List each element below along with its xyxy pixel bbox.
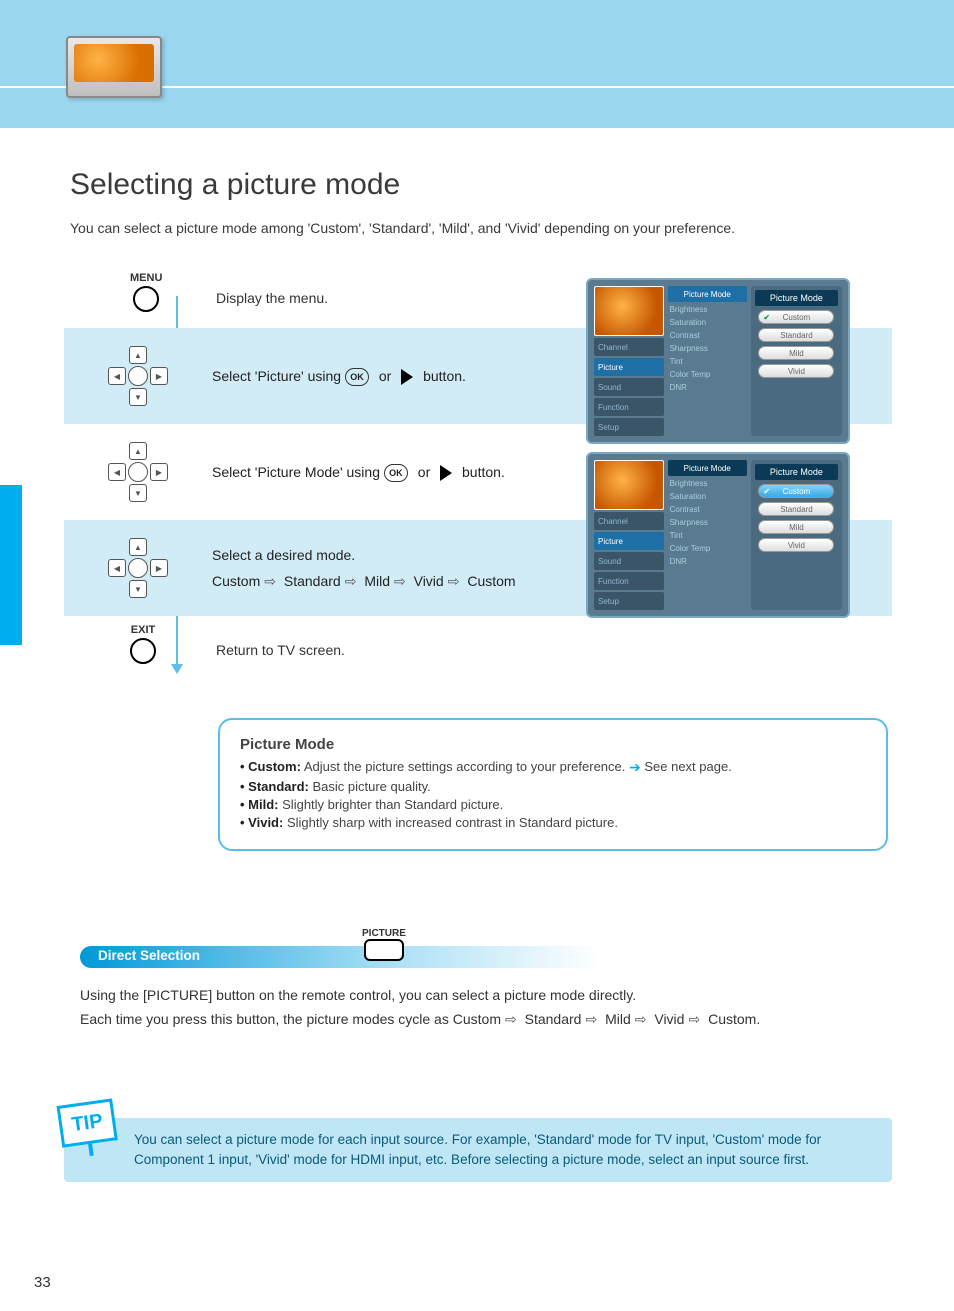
page-intro: You can select a picture mode among 'Cus… <box>70 220 735 236</box>
picture-button-icon <box>364 939 404 961</box>
osd-thumb-icon <box>594 286 664 336</box>
direct-selection-section: Direct Selection PICTURE Using the [PICT… <box>80 930 890 1032</box>
dpad-icon: ▲▼◀▶ <box>106 344 170 408</box>
cycle-arrow-icon: ⇨ <box>345 571 357 591</box>
osd-item: Contrast <box>668 504 747 515</box>
remote-picture-button: PICTURE <box>362 928 406 961</box>
osd-item: Color Temp <box>668 369 747 380</box>
page-title: Selecting a picture mode You can select … <box>70 168 735 236</box>
dpad-icon: ▲▼◀▶ <box>106 440 170 504</box>
info-title: Picture Mode <box>240 736 866 753</box>
tip-box: TIP You can select a picture mode for ea… <box>64 1118 892 1182</box>
tip-badge: TIP <box>57 1098 120 1159</box>
osd-item: DNR <box>668 556 747 567</box>
osd-item: Sharpness <box>668 517 747 528</box>
remote-exit-button: EXIT <box>130 624 156 664</box>
osd-item: Contrast <box>668 330 747 341</box>
osd-item: Tint <box>668 530 747 541</box>
osd-tab-active: Picture <box>594 532 664 550</box>
direct-line2: Each time you press this button, the pic… <box>80 1008 890 1032</box>
osd-item: DNR <box>668 382 747 393</box>
osd-mid-header: Picture Mode <box>668 460 747 476</box>
tip-line1: You can select a picture mode for each i… <box>134 1130 821 1150</box>
osd-thumb-icon <box>594 460 664 510</box>
osd-item: Brightness <box>668 304 747 315</box>
osd-option: Mild <box>758 520 834 534</box>
tip-line2: Component 1 input, 'Vivid' mode for HDMI… <box>134 1150 821 1170</box>
osd-item: Saturation <box>668 317 747 328</box>
osd-option: Standard <box>758 328 834 342</box>
osd-tab: Function <box>594 572 664 590</box>
section-logo <box>66 36 162 108</box>
osd-tab: Sound <box>594 552 664 570</box>
osd-option: Vivid <box>758 538 834 552</box>
osd-screenshot-1: Channel Picture Sound Function Setup Pic… <box>586 278 850 444</box>
osd-tab: Setup <box>594 592 664 610</box>
osd-tab: Channel <box>594 338 664 356</box>
osd-tab: Function <box>594 398 664 416</box>
osd-option: Vivid <box>758 364 834 378</box>
osd-right-header: Picture Mode <box>755 464 838 480</box>
osd-tab: Setup <box>594 418 664 436</box>
cycle-arrow-icon: ⇨ <box>635 1008 647 1032</box>
cycle-arrow-icon: ⇨ <box>394 571 406 591</box>
check-icon: ✔ <box>763 313 770 322</box>
side-tab <box>0 485 22 645</box>
dpad-icon: ▲▼◀▶ <box>106 536 170 600</box>
check-icon: ✔ <box>763 487 770 496</box>
osd-item: Saturation <box>668 491 747 502</box>
osd-item: Color Temp <box>668 543 747 554</box>
goto-arrow-icon: ➔ <box>629 759 641 775</box>
osd-item: Tint <box>668 356 747 367</box>
cycle-arrow-icon: ⇨ <box>505 1008 517 1032</box>
osd-option: Standard <box>758 502 834 516</box>
play-icon <box>440 465 452 481</box>
cycle-arrow-icon: ⇨ <box>264 571 276 591</box>
osd-right-header: Picture Mode <box>755 290 838 306</box>
osd-screenshot-2: Channel Picture Sound Function Setup Pic… <box>586 452 850 618</box>
osd-option: ✔Custom <box>758 310 834 324</box>
direct-title: Direct Selection <box>98 948 200 963</box>
page-number: 33 <box>34 1274 51 1291</box>
cycle-arrow-icon: ⇨ <box>448 571 460 591</box>
cycle-arrow-icon: ⇨ <box>688 1008 700 1032</box>
osd-item: Sharpness <box>668 343 747 354</box>
flow-arrow-icon <box>171 664 183 674</box>
play-icon <box>401 369 413 385</box>
tip-icon: TIP <box>57 1098 118 1147</box>
direct-line1: Using the [PICTURE] button on the remote… <box>80 984 890 1008</box>
osd-item: Brightness <box>668 478 747 489</box>
picture-mode-info: Picture Mode • Custom: Adjust the pictur… <box>218 718 888 851</box>
ok-badge-icon: OK <box>384 464 408 482</box>
cycle-arrow-icon: ⇨ <box>585 1008 597 1032</box>
osd-mid-header: Picture Mode <box>668 286 747 302</box>
osd-tab: Channel <box>594 512 664 530</box>
osd-option-selected: ✔Custom <box>758 484 834 498</box>
osd-tab: Sound <box>594 378 664 396</box>
ok-badge-icon: OK <box>345 368 369 386</box>
exit-desc: Return to TV screen. <box>216 642 345 658</box>
exit-circle-icon <box>130 638 156 664</box>
osd-tab-active: Picture <box>594 358 664 376</box>
osd-option: Mild <box>758 346 834 360</box>
